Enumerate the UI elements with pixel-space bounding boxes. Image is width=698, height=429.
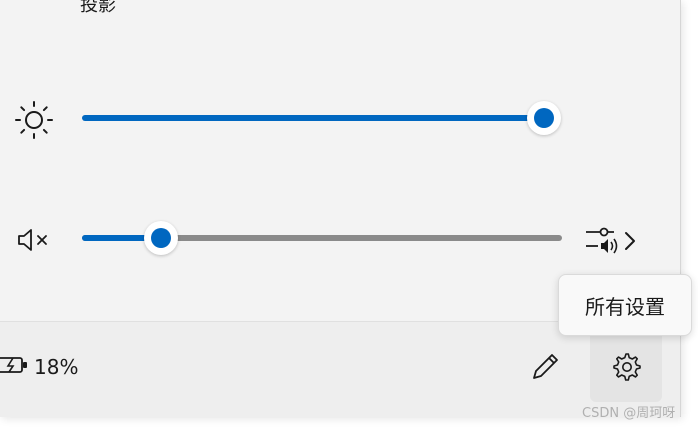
battery-percent: 18% (34, 355, 79, 379)
audio-output-button[interactable] (584, 224, 644, 258)
brightness-thumb-dot (534, 108, 554, 128)
gear-icon (613, 353, 641, 381)
all-settings-tooltip: 所有设置 (558, 274, 692, 336)
brightness-sun-icon (15, 101, 53, 139)
pencil-icon[interactable] (526, 350, 562, 384)
battery-charging-icon (0, 357, 27, 373)
speaker-muted-icon[interactable] (16, 226, 52, 254)
tooltip-text: 所有设置 (585, 294, 665, 319)
watermark: CSDN @周珂呀 (582, 406, 676, 421)
brightness-slider-track[interactable] (82, 115, 544, 121)
volume-slider-thumb[interactable] (144, 221, 178, 255)
projection-label: 投影 (80, 0, 116, 16)
all-settings-button[interactable] (590, 330, 662, 402)
chevron-right-icon (625, 232, 635, 250)
brightness-slider-thumb[interactable] (527, 101, 561, 135)
volume-thumb-dot (151, 228, 171, 248)
quick-settings-panel: 投影 18% (0, 0, 681, 417)
audio-mixer-icon (586, 227, 618, 254)
